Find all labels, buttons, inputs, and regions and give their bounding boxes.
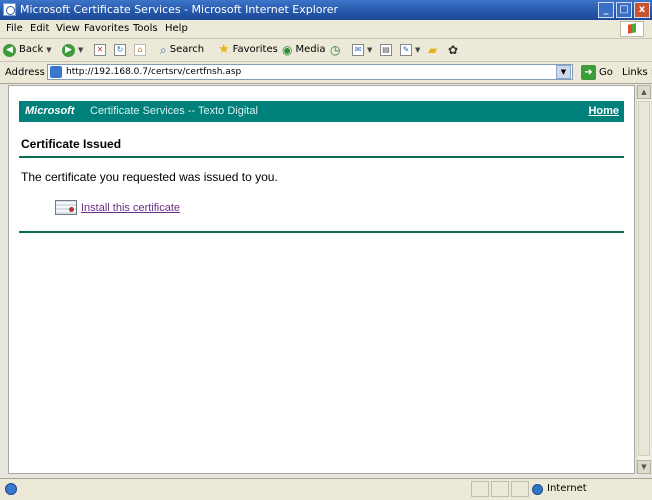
- page-viewport: Microsoft Certificate Services -- Texto …: [8, 85, 635, 474]
- status-pane: [511, 481, 529, 497]
- content-divider: [19, 231, 624, 233]
- scroll-up-icon[interactable]: ▲: [637, 85, 651, 99]
- mail-dropdown-icon[interactable]: ▼: [367, 39, 372, 61]
- forward-dropdown-icon[interactable]: ▼: [78, 39, 83, 61]
- mail-button[interactable]: ✉ ▼: [352, 39, 372, 61]
- refresh-button[interactable]: ↻: [114, 39, 126, 61]
- go-arrow-icon: ➜: [581, 65, 596, 80]
- status-pane: [471, 481, 489, 497]
- search-button[interactable]: ⌕ Search: [160, 39, 204, 61]
- favorites-button[interactable]: ★ Favorites: [218, 39, 278, 61]
- status-panes: [471, 481, 529, 497]
- links-label: Links: [622, 67, 648, 78]
- status-pane: [491, 481, 509, 497]
- history-button[interactable]: ◷: [330, 39, 340, 61]
- issued-message: The certificate you requested was issued…: [21, 170, 278, 184]
- go-button[interactable]: ➜ Go: [581, 64, 613, 81]
- scrollbar-thumb[interactable]: [638, 101, 650, 456]
- links-button[interactable]: Links »: [622, 62, 652, 83]
- home-button[interactable]: ⌂: [134, 39, 146, 61]
- scroll-down-icon[interactable]: ▼: [637, 460, 651, 474]
- favorites-label: Favorites: [232, 44, 278, 55]
- page-title: Certificate Issued: [21, 137, 122, 151]
- maximize-button[interactable]: □: [616, 2, 632, 18]
- search-label: Search: [169, 44, 205, 55]
- zone-label: Internet: [547, 483, 587, 494]
- print-icon: ▤: [380, 44, 392, 56]
- media-label: Media: [295, 44, 326, 55]
- favorites-star-icon: ★: [218, 42, 230, 57]
- ie-page-icon: [3, 3, 16, 16]
- title-divider: [19, 156, 624, 158]
- standard-toolbar: ◀ Back ▼ ▶ ▼ ✕ ↻ ⌂ ⌕ Search ★ Favorites …: [0, 39, 652, 62]
- status-bar: Internet: [0, 478, 652, 500]
- address-input[interactable]: http://192.168.0.7/certsrv/certfnsh.asp: [47, 64, 573, 80]
- security-zone: Internet: [532, 479, 587, 499]
- media-button[interactable]: ◉ Media: [282, 39, 326, 61]
- menu-view[interactable]: View: [56, 20, 80, 38]
- menu-help[interactable]: Help: [165, 20, 188, 38]
- menu-edit[interactable]: Edit: [30, 20, 49, 38]
- back-button[interactable]: ◀ Back ▼: [3, 39, 52, 61]
- media-icon: ◉: [282, 43, 293, 57]
- window-titlebar: Microsoft Certificate Services - Microso…: [0, 0, 652, 20]
- window-title: Microsoft Certificate Services - Microso…: [20, 3, 339, 16]
- messenger-icon: ✿: [448, 43, 459, 57]
- window-controls: _ □ x: [598, 2, 650, 18]
- page-icon: [50, 66, 62, 78]
- home-link[interactable]: Home: [588, 101, 619, 122]
- install-certificate-row: Install this certificate: [55, 200, 180, 215]
- stop-icon: ✕: [94, 44, 106, 56]
- address-label: Address: [5, 67, 45, 78]
- mail-icon: ✉: [352, 44, 364, 56]
- status-page-icon: [5, 483, 17, 495]
- address-dropdown-icon[interactable]: ▼: [556, 65, 571, 79]
- back-arrow-icon: ◀: [3, 43, 16, 57]
- messenger-button[interactable]: ✿: [448, 39, 458, 61]
- home-icon: ⌂: [134, 44, 146, 56]
- certificate-services-header: Microsoft Certificate Services -- Texto …: [19, 101, 624, 122]
- vertical-scrollbar[interactable]: ▲ ▼: [636, 85, 651, 474]
- menu-bar: File Edit View Favorites Tools Help: [0, 20, 652, 39]
- refresh-icon: ↻: [114, 44, 126, 56]
- menu-tools[interactable]: Tools: [133, 20, 158, 38]
- stop-button[interactable]: ✕: [94, 39, 106, 61]
- forward-arrow-icon: ▶: [62, 43, 75, 57]
- internet-zone-icon: [532, 483, 543, 495]
- menu-file[interactable]: File: [6, 20, 23, 38]
- windows-logo-icon: [620, 21, 644, 37]
- history-icon: ◷: [330, 43, 341, 57]
- menu-favorites[interactable]: Favorites: [84, 20, 129, 38]
- print-button[interactable]: ▤: [380, 39, 392, 61]
- edit-icon: ✎: [400, 44, 412, 56]
- address-bar: Address http://192.168.0.7/certsrv/certf…: [0, 62, 652, 84]
- go-label: Go: [599, 67, 613, 78]
- back-dropdown-icon[interactable]: ▼: [46, 39, 51, 61]
- address-url: http://192.168.0.7/certsrv/certfnsh.asp: [66, 67, 242, 77]
- search-icon: ⌕: [160, 43, 167, 57]
- certificate-icon[interactable]: [55, 200, 77, 215]
- install-certificate-link[interactable]: Install this certificate: [81, 202, 180, 214]
- forward-button[interactable]: ▶ ▼: [62, 39, 83, 61]
- edit-button[interactable]: ✎ ▼: [400, 39, 420, 61]
- folder-icon: ▰: [428, 43, 438, 57]
- close-button[interactable]: x: [634, 2, 650, 18]
- edit-dropdown-icon[interactable]: ▼: [415, 39, 420, 61]
- header-brand: Microsoft: [25, 105, 75, 117]
- folder-button[interactable]: ▰: [428, 39, 437, 61]
- header-service-name: Certificate Services -- Texto Digital: [90, 105, 258, 117]
- back-label: Back: [19, 44, 44, 55]
- minimize-button[interactable]: _: [598, 2, 614, 18]
